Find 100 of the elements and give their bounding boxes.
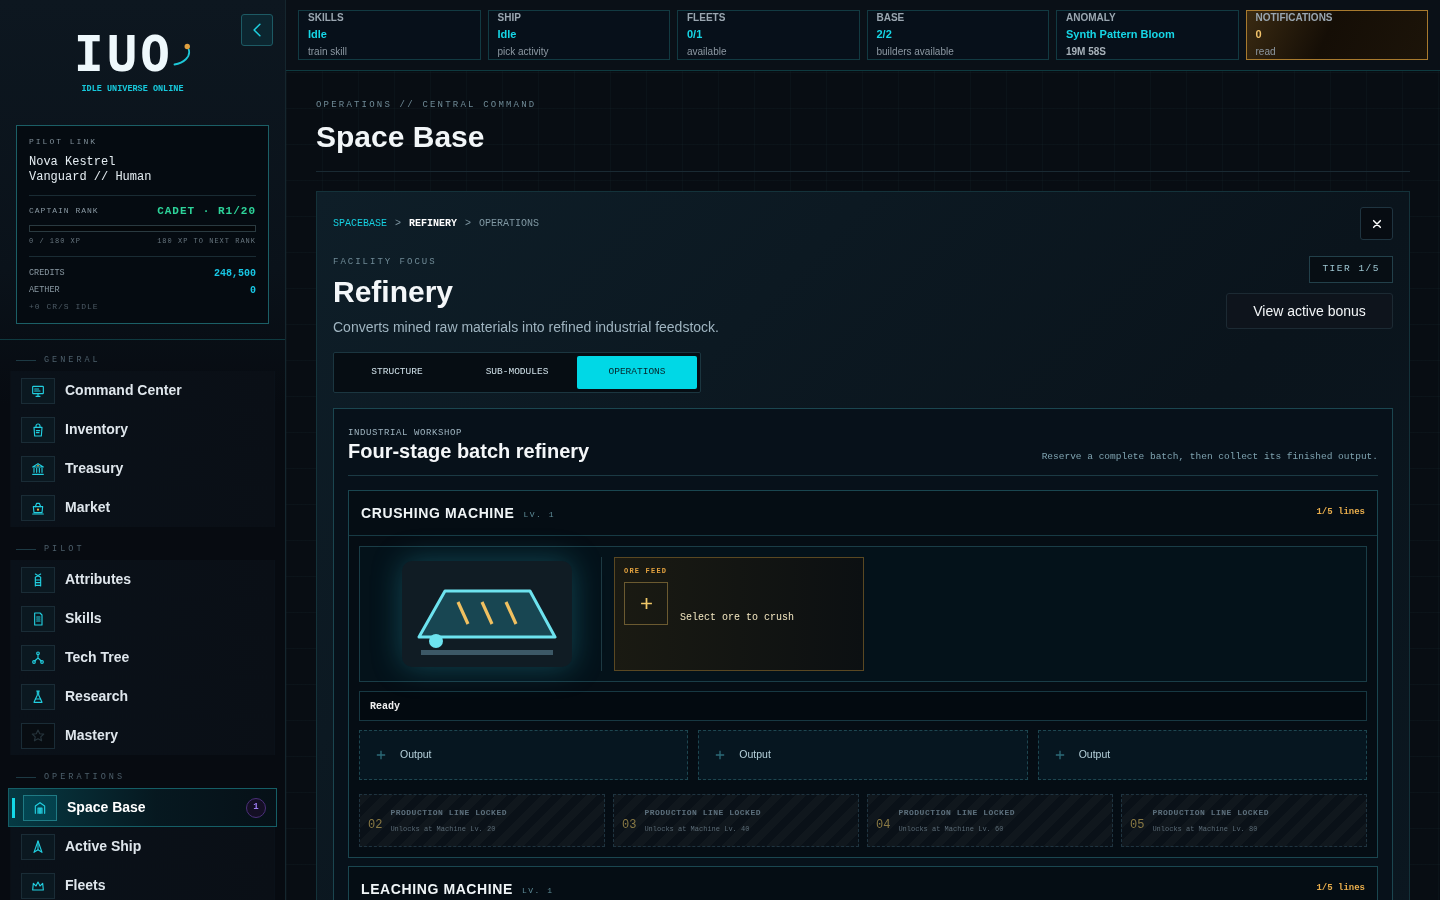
shopping-bag-icon — [21, 416, 55, 443]
rank-label: CAPTAIN RANK — [29, 205, 99, 217]
line-number: 03 — [622, 816, 637, 834]
sidebar-item[interactable]: Skills — [10, 599, 275, 638]
status-value: 0 — [1255, 27, 1263, 42]
ore-feed-prompt: Select ore to crush — [680, 611, 795, 625]
locked-line-title: PRODUCTION LINE LOCKED — [1152, 807, 1270, 819]
workshop-title: Four-stage batch refinery — [348, 439, 590, 464]
logo-wordmark: IUO — [73, 32, 174, 76]
logo-tagline: IDLE UNIVERSE ONLINE — [81, 83, 184, 95]
pilot-link-label: PILOT LINK — [29, 136, 98, 148]
machine-lines: 1/5 lines — [1316, 506, 1365, 520]
machine-lines: 1/5 lines — [1316, 882, 1365, 896]
status-label: SKILLS — [308, 12, 345, 24]
plus-icon — [639, 597, 653, 610]
plus-icon — [715, 750, 726, 760]
collapse-sidebar-button[interactable] — [241, 14, 273, 46]
page-title: Space Base — [316, 119, 486, 155]
bank-icon — [21, 455, 55, 482]
view-bonus-button[interactable]: View active bonus — [1226, 293, 1393, 329]
status-note: read — [1255, 46, 1277, 58]
machine-level: LV. 1 — [521, 884, 554, 897]
balance-value: 248,500 — [214, 267, 256, 281]
sidebar-item[interactable]: Inventory — [10, 410, 275, 449]
status-label: ANOMALY — [1066, 12, 1117, 24]
count-badge: 1 — [246, 797, 266, 818]
sidebar-item[interactable]: Market — [10, 488, 275, 527]
status-card[interactable]: SHIP Idle pick activity — [487, 10, 670, 60]
sidebar-item[interactable]: Mastery — [10, 716, 275, 755]
plus-icon — [1054, 750, 1065, 760]
machine-name: LEACHING MACHINE — [361, 879, 513, 899]
hangar-icon — [23, 794, 57, 821]
crown-icon — [21, 872, 55, 899]
status-note: available — [687, 46, 728, 58]
status-card[interactable]: ANOMALY Synth Pattern Bloom 19M 58S — [1056, 10, 1239, 60]
status-value: 2/2 — [876, 27, 893, 42]
balance-label: CREDITS — [29, 267, 65, 280]
status-card[interactable]: NOTIFICATIONS 0 read — [1245, 10, 1428, 60]
status-note: train skill — [308, 46, 348, 58]
line-number: 02 — [368, 816, 383, 834]
sidebar-item[interactable]: Tech Tree — [10, 638, 275, 677]
dna-icon — [21, 566, 55, 593]
tab[interactable]: SUB-MODULES — [457, 356, 577, 389]
tab[interactable]: OPERATIONS — [577, 356, 697, 389]
section-label: GENERAL — [44, 353, 101, 367]
balance-label: AETHER — [29, 284, 60, 297]
locked-line-title: PRODUCTION LINE LOCKED — [390, 807, 508, 819]
flask-icon — [21, 683, 55, 710]
output-slot[interactable]: Output — [1037, 730, 1367, 780]
balance-value: 0 — [250, 284, 256, 298]
sidebar-item[interactable]: Fleets — [10, 866, 275, 900]
facility-title: Refinery — [333, 274, 455, 310]
rank-value: CADET · R1/20 — [157, 204, 256, 218]
facility-description: Converts mined raw materials into refined industrial feedstock. — [333, 318, 719, 337]
workshop-hint: Reserve a complete batch, then collect its finished output. — [1041, 450, 1378, 464]
monitor-icon — [21, 377, 55, 404]
status-value: Synth Pattern Bloom — [1066, 27, 1176, 42]
ship-icon — [21, 833, 55, 860]
status-label: NOTIFICATIONS — [1255, 12, 1334, 24]
status-label: FLEETS — [687, 12, 727, 24]
breadcrumb-link[interactable]: SPACEBASE — [333, 216, 387, 231]
line-number: 04 — [876, 816, 891, 834]
status-note: pick activity — [497, 46, 550, 58]
sidebar-item[interactable]: Space Base 1 — [8, 788, 277, 827]
output-slot[interactable]: Output — [359, 730, 689, 780]
tab[interactable]: STRUCTURE — [337, 356, 457, 389]
plus-icon — [376, 750, 386, 760]
income-rate: +0 CR/S IDLE — [29, 301, 100, 313]
close-icon — [1371, 218, 1382, 229]
status-value: 0/1 — [687, 27, 704, 42]
page-eyebrow: OPERATIONS // CENTRAL COMMAND — [316, 99, 538, 112]
breadcrumb-separator: > — [465, 217, 472, 231]
status-value: Idle — [497, 27, 518, 42]
pilot-name: Nova Kestrel — [29, 155, 117, 170]
machine-level: LV. 1 — [523, 508, 555, 521]
status-note: 19M 58S — [1066, 46, 1108, 58]
ore-slot-button[interactable] — [624, 582, 668, 625]
output-slot[interactable]: Output — [698, 730, 1028, 780]
facility-focus-label: FACILITY FOCUS — [333, 256, 438, 269]
sidebar-item[interactable]: Treasury — [10, 449, 275, 488]
status-label: BASE — [876, 12, 906, 24]
locked-line-title: PRODUCTION LINE LOCKED — [644, 807, 762, 819]
sidebar-item[interactable]: Attributes — [10, 560, 275, 599]
section-label: PILOT — [44, 542, 85, 556]
breadcrumb-item: OPERATIONS — [479, 217, 540, 231]
line-number: 05 — [1130, 816, 1145, 834]
status-card[interactable]: FLEETS 0/1 available — [677, 10, 860, 60]
sidebar-item[interactable]: Command Center — [10, 371, 275, 410]
node-tree-icon — [21, 644, 55, 671]
status-card[interactable]: SKILLS Idle train skill — [298, 10, 481, 60]
pilot-class: Vanguard // Human — [29, 170, 153, 185]
sidebar-item[interactable]: Active Ship — [10, 827, 275, 866]
status-card[interactable]: BASE 2/2 builders available — [866, 10, 1049, 60]
sidebar-item[interactable]: Research — [10, 677, 275, 716]
breadcrumb-current: REFINERY — [409, 217, 458, 231]
workshop-label: INDUSTRIAL WORKSHOP — [348, 427, 464, 439]
status-value: Idle — [308, 27, 328, 42]
close-button[interactable] — [1360, 207, 1393, 240]
status-note: builders available — [876, 46, 955, 58]
locked-line-title: PRODUCTION LINE LOCKED — [898, 807, 1016, 819]
